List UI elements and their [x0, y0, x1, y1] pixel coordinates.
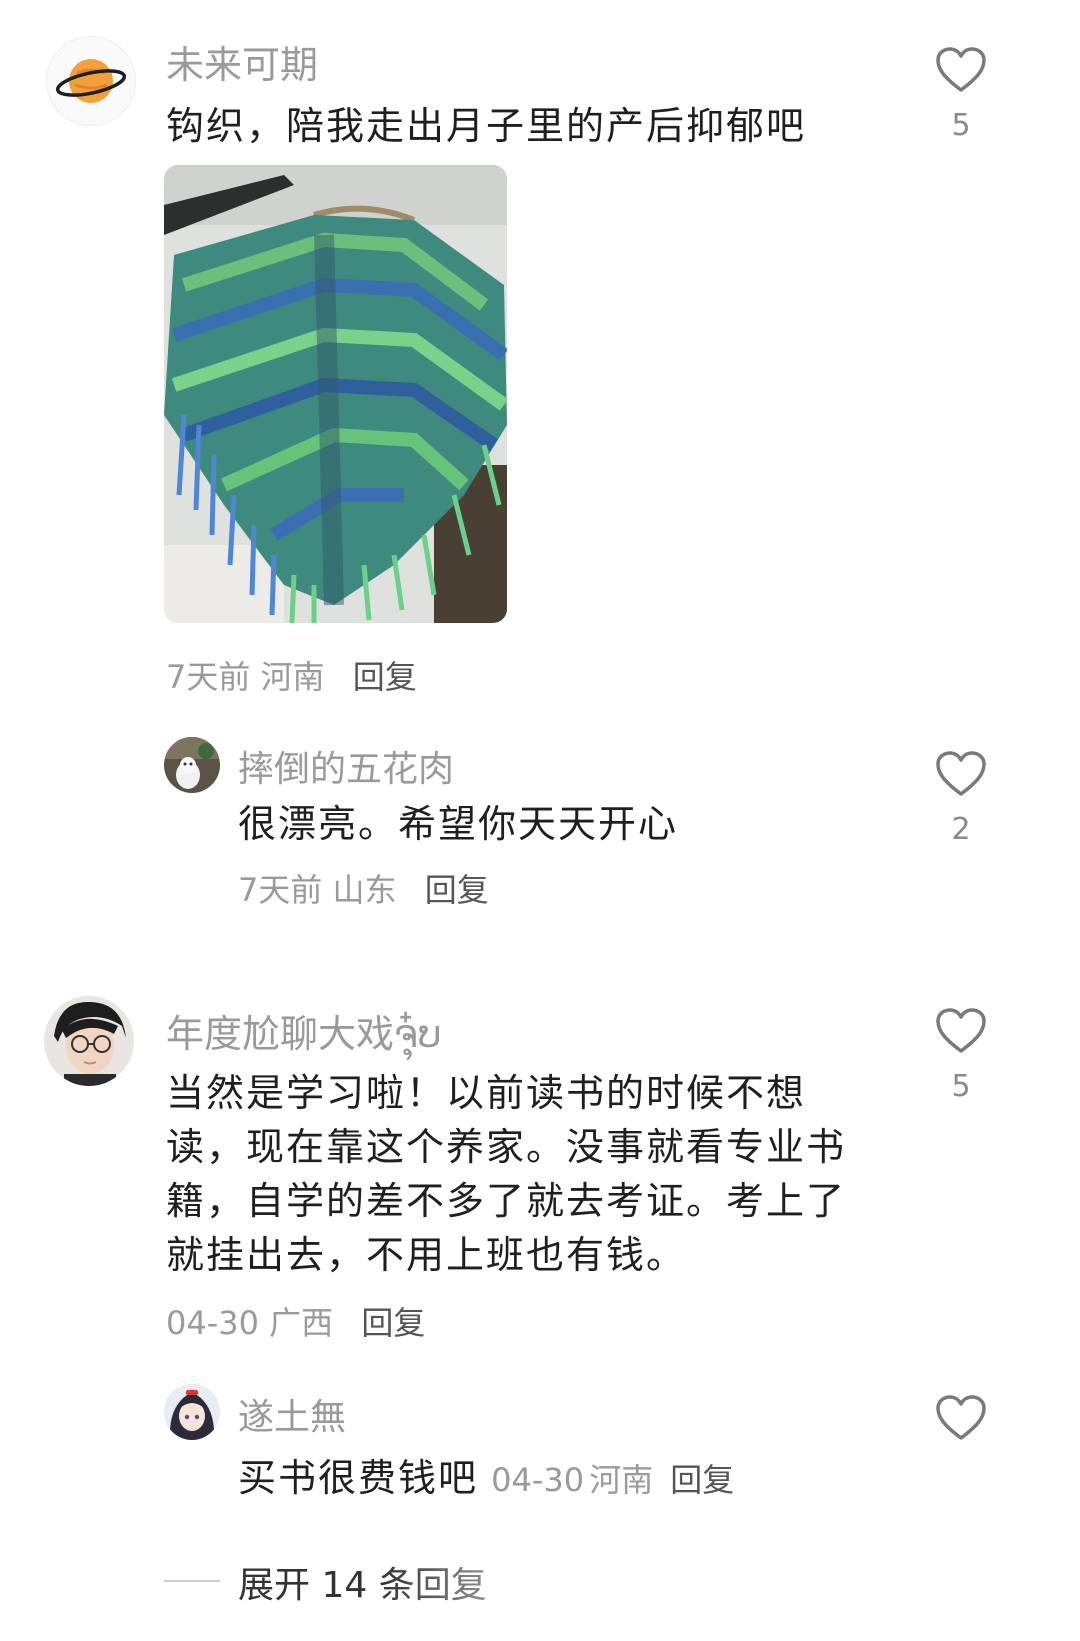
- comment-username[interactable]: 年度尬聊大戏ຈຸ໋ບ: [166, 1003, 442, 1058]
- reply-time: 04-30: [491, 1461, 585, 1499]
- comment-text: 当然是学习啦！以前读书的时候不想读，现在靠这个养家。没事就看专业书籍，自学的差不…: [166, 1071, 847, 1277]
- reply-username[interactable]: 遂土無: [238, 1388, 346, 1440]
- like-button[interactable]: [934, 1394, 988, 1442]
- reply-time: 7天前: [238, 871, 323, 909]
- comment-text: 钩织，陪我走出月子里的产后抑郁吧: [166, 104, 807, 148]
- reply-username[interactable]: 摔倒的五花肉: [238, 740, 454, 792]
- reply-button[interactable]: 回复: [361, 1304, 425, 1342]
- comment-meta: 7天前 河南 回复: [166, 652, 417, 698]
- comment-time: 04-30: [166, 1304, 259, 1342]
- heart-icon: [936, 1395, 986, 1440]
- anime-girl-avatar: [164, 1384, 220, 1440]
- expand-fade-overlay: [380, 1548, 620, 1618]
- like-count: 5: [951, 108, 971, 143]
- like-button[interactable]: 2: [934, 750, 988, 847]
- comment-username[interactable]: 未来可期: [166, 34, 318, 89]
- reply-button[interactable]: 回复: [425, 871, 489, 909]
- reply-location: 河南: [589, 1461, 654, 1499]
- avatar[interactable]: [44, 996, 134, 1086]
- comment-image[interactable]: [164, 165, 507, 623]
- heart-icon: [936, 1008, 986, 1053]
- reply-button[interactable]: 回复: [353, 658, 417, 696]
- avatar[interactable]: [164, 737, 220, 793]
- reply-location: 山东: [332, 871, 397, 909]
- heart-icon: [936, 47, 986, 92]
- comment-location: 河南: [260, 658, 325, 696]
- crochet-shawl-photo: [164, 165, 507, 623]
- comment-meta: 04-30 广西 回复: [166, 1298, 425, 1344]
- reply-button[interactable]: 回复: [670, 1461, 734, 1499]
- avatar[interactable]: [164, 1384, 220, 1440]
- comment-time: 7天前: [166, 658, 251, 696]
- like-button[interactable]: 5: [934, 1007, 988, 1104]
- heart-icon: [936, 751, 986, 796]
- avatar[interactable]: [46, 36, 136, 126]
- reply-meta: 7天前 山东 回复: [238, 865, 489, 911]
- like-count: 5: [951, 1069, 971, 1104]
- reply-line: 买书很费钱吧 04-30 河南 回复: [238, 1450, 734, 1506]
- comment-location: 广西: [269, 1304, 334, 1342]
- planet-icon: [55, 59, 127, 103]
- like-button[interactable]: 5: [934, 46, 988, 143]
- reply-text: 很漂亮。希望你天天开心: [238, 802, 679, 846]
- reply-text: 买书很费钱吧: [238, 1456, 479, 1500]
- like-count: 2: [951, 812, 971, 847]
- expand-divider: [164, 1580, 220, 1582]
- cat-photo-avatar: [164, 737, 220, 793]
- glasses-person-avatar: [44, 996, 134, 1086]
